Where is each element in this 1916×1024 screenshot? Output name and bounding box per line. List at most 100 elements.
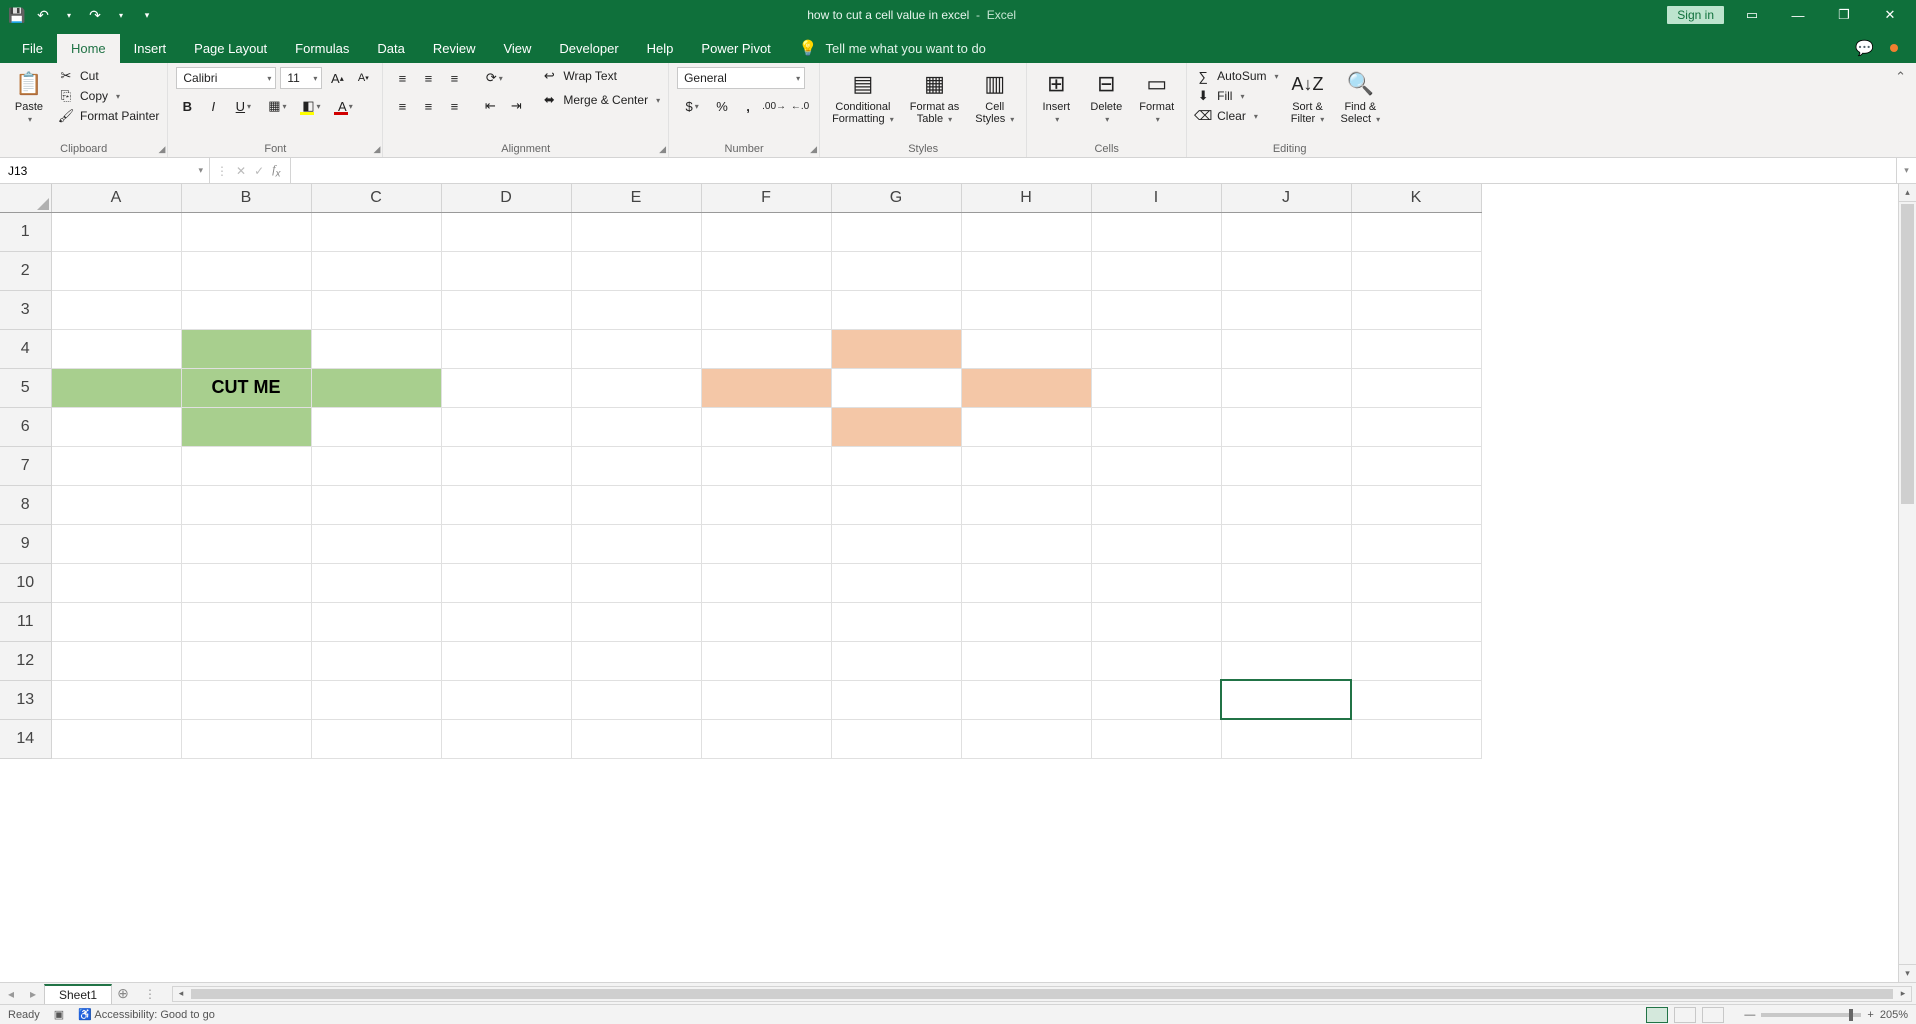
cell[interactable] bbox=[831, 485, 961, 524]
col-header[interactable]: G bbox=[831, 184, 961, 212]
merge-center-button[interactable]: ⬌Merge & Center▾ bbox=[541, 91, 660, 109]
zoom-out-button[interactable]: — bbox=[1744, 1009, 1755, 1021]
cell[interactable] bbox=[1091, 290, 1221, 329]
cell[interactable] bbox=[1221, 563, 1351, 602]
format-as-table-button[interactable]: ▦ Format asTable ▾ bbox=[906, 67, 964, 127]
font-size-combo[interactable]: 11▾ bbox=[280, 67, 322, 89]
cell[interactable] bbox=[441, 446, 571, 485]
cell[interactable] bbox=[831, 329, 961, 368]
cell[interactable] bbox=[831, 251, 961, 290]
cell[interactable] bbox=[51, 368, 181, 407]
cell[interactable] bbox=[831, 407, 961, 446]
align-middle-button[interactable]: ≡ bbox=[417, 67, 439, 89]
cell[interactable] bbox=[1221, 446, 1351, 485]
cell[interactable] bbox=[51, 290, 181, 329]
align-bottom-button[interactable]: ≡ bbox=[443, 67, 465, 89]
cell[interactable] bbox=[831, 446, 961, 485]
cell[interactable] bbox=[1351, 329, 1481, 368]
cell[interactable] bbox=[181, 329, 311, 368]
cell[interactable] bbox=[961, 641, 1091, 680]
cell[interactable] bbox=[51, 680, 181, 719]
cell[interactable] bbox=[311, 524, 441, 563]
cell[interactable] bbox=[441, 485, 571, 524]
cell[interactable] bbox=[831, 641, 961, 680]
decrease-font-button[interactable]: A▾ bbox=[352, 67, 374, 89]
cell[interactable] bbox=[181, 602, 311, 641]
sheet-tab[interactable]: Sheet1 bbox=[44, 984, 112, 1004]
increase-indent-button[interactable]: ⇥ bbox=[505, 95, 527, 117]
paste-button[interactable]: 📋 Paste ▾ bbox=[8, 67, 50, 126]
cell[interactable] bbox=[51, 719, 181, 758]
cell[interactable] bbox=[1091, 251, 1221, 290]
row-header[interactable]: 7 bbox=[0, 446, 51, 485]
cell[interactable] bbox=[51, 251, 181, 290]
cell[interactable] bbox=[571, 212, 701, 251]
cell[interactable] bbox=[1091, 446, 1221, 485]
sort-filter-button[interactable]: A↓ZSort &Filter ▾ bbox=[1287, 67, 1329, 127]
cell[interactable] bbox=[181, 290, 311, 329]
tab-power-pivot[interactable]: Power Pivot bbox=[687, 34, 784, 63]
cell[interactable] bbox=[1221, 212, 1351, 251]
cell[interactable] bbox=[701, 680, 831, 719]
cell[interactable] bbox=[311, 602, 441, 641]
cell[interactable] bbox=[701, 524, 831, 563]
cell[interactable] bbox=[1351, 290, 1481, 329]
cell[interactable] bbox=[1091, 641, 1221, 680]
cell[interactable] bbox=[1221, 329, 1351, 368]
cell[interactable] bbox=[441, 290, 571, 329]
tab-split-handle[interactable]: ⋮ bbox=[134, 987, 168, 1001]
cell[interactable] bbox=[1091, 524, 1221, 563]
cell[interactable] bbox=[571, 524, 701, 563]
cell[interactable] bbox=[961, 368, 1091, 407]
row-header[interactable]: 11 bbox=[0, 602, 51, 641]
cell[interactable] bbox=[1091, 485, 1221, 524]
notification-dot-icon[interactable] bbox=[1890, 44, 1898, 52]
undo-icon[interactable]: ↶ bbox=[32, 4, 54, 26]
maximize-button[interactable]: ❐ bbox=[1826, 0, 1862, 30]
increase-decimal-button[interactable]: .00→ bbox=[763, 95, 785, 117]
macro-recorder-icon[interactable]: ▣ bbox=[54, 1008, 64, 1021]
cell[interactable] bbox=[1351, 485, 1481, 524]
cell[interactable] bbox=[51, 212, 181, 251]
fill-color-button[interactable]: ◧▾ bbox=[296, 95, 326, 117]
cell[interactable] bbox=[181, 680, 311, 719]
tab-review[interactable]: Review bbox=[419, 34, 490, 63]
zoom-slider[interactable] bbox=[1761, 1013, 1861, 1017]
cell[interactable] bbox=[311, 719, 441, 758]
cancel-formula-icon[interactable]: ✕ bbox=[236, 164, 246, 178]
scroll-down-icon[interactable]: ▾ bbox=[1899, 964, 1916, 982]
find-select-button[interactable]: 🔍Find &Select ▾ bbox=[1337, 67, 1385, 127]
cell[interactable] bbox=[441, 329, 571, 368]
cell[interactable] bbox=[571, 602, 701, 641]
qat-customize-icon[interactable]: ▾ bbox=[136, 4, 158, 26]
cell[interactable] bbox=[1221, 368, 1351, 407]
cell[interactable] bbox=[1221, 407, 1351, 446]
col-header[interactable]: I bbox=[1091, 184, 1221, 212]
sign-in-button[interactable]: Sign in bbox=[1667, 6, 1724, 24]
cell[interactable] bbox=[1091, 563, 1221, 602]
col-header[interactable]: F bbox=[701, 184, 831, 212]
align-center-button[interactable]: ≡ bbox=[417, 95, 439, 117]
view-page-break-button[interactable] bbox=[1702, 1007, 1724, 1023]
cell[interactable] bbox=[441, 407, 571, 446]
align-top-button[interactable]: ≡ bbox=[391, 67, 413, 89]
borders-button[interactable]: ▦▾ bbox=[262, 95, 292, 117]
cell[interactable] bbox=[1351, 641, 1481, 680]
tab-page-layout[interactable]: Page Layout bbox=[180, 34, 281, 63]
cell[interactable] bbox=[1091, 329, 1221, 368]
cell[interactable] bbox=[1351, 680, 1481, 719]
align-right-button[interactable]: ≡ bbox=[443, 95, 465, 117]
cell[interactable] bbox=[571, 407, 701, 446]
view-normal-button[interactable] bbox=[1646, 1007, 1668, 1023]
cell[interactable] bbox=[51, 485, 181, 524]
tell-me-search[interactable]: 💡 Tell me what you want to do bbox=[785, 33, 1000, 63]
cell[interactable] bbox=[311, 485, 441, 524]
tab-data[interactable]: Data bbox=[363, 34, 418, 63]
cell[interactable] bbox=[701, 563, 831, 602]
clear-button[interactable]: ⌫Clear▾ bbox=[1195, 107, 1278, 125]
cell[interactable] bbox=[311, 329, 441, 368]
conditional-formatting-button[interactable]: ▤ ConditionalFormatting ▾ bbox=[828, 67, 898, 127]
cell[interactable] bbox=[1091, 407, 1221, 446]
cell[interactable] bbox=[181, 446, 311, 485]
tab-view[interactable]: View bbox=[489, 34, 545, 63]
